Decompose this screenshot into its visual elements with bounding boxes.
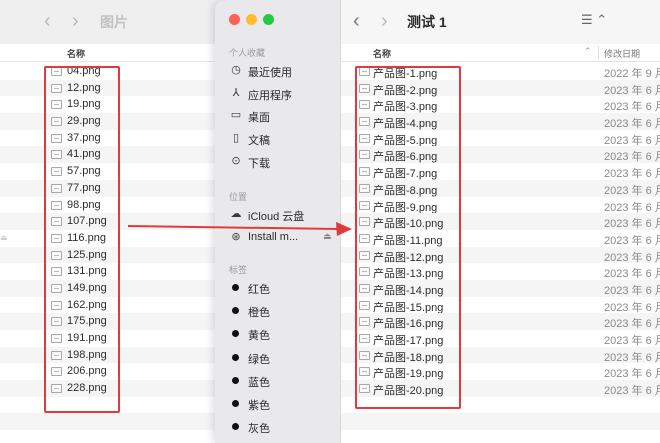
transfer-arrow-icon (127, 222, 352, 236)
